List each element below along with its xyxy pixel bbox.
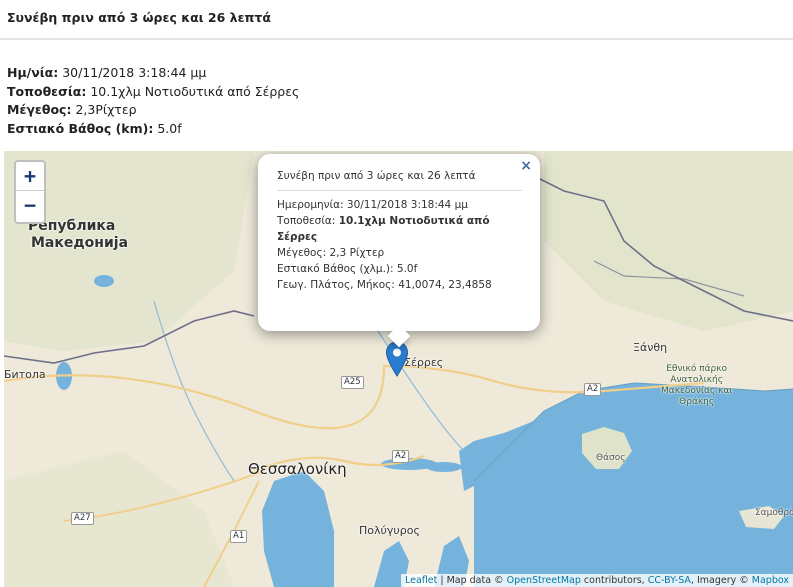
popup-date-value: 30/11/2018 3:18:44 μμ — [346, 199, 468, 211]
popup-date-row: Ημερομηνία: 30/11/2018 3:18:44 μμ — [277, 197, 522, 213]
magnitude-label: Μέγεθος: — [7, 102, 72, 117]
magnitude-row: Μέγεθος: 2,3Ρίχτερ — [7, 101, 299, 120]
label-polygyros: Πολύγυρος — [359, 524, 420, 537]
road-shield-a1: A1 — [230, 530, 248, 543]
label-bitola: Битола — [4, 368, 46, 381]
depth-row: Εστιακό Βάθος (km): 5.0f — [7, 120, 299, 139]
location-value: 10.1χλμ Νοτιοδυτικά από Σέρρες — [90, 83, 300, 99]
label-national-park: Εθνικό πάρκο Ανατολικής Μακεδονίας και Θ… — [661, 364, 732, 408]
popup-magnitude-value: 2,3 Ρίχτερ — [329, 247, 385, 259]
license-link[interactable]: CC-BY-SA — [648, 575, 691, 586]
attribution-text-2: contributors, — [580, 575, 648, 586]
earthquake-location-pin-icon[interactable] — [385, 341, 409, 377]
popup-depth-value: 5.0f — [396, 263, 418, 275]
popup-title: Συνέβη πριν από 3 ώρες και 26 λεπτά — [277, 168, 522, 191]
popup-coords-value: 41,0074, 23,4858 — [398, 279, 492, 291]
attribution-text-3: , Imagery © — [690, 575, 752, 586]
label-thessaloniki: Θεσσαλονίκη — [248, 460, 347, 478]
label-xanthi: Ξάνθη — [633, 341, 668, 354]
zoom-in-button[interactable]: + — [16, 162, 44, 191]
popup-depth-label: Εστιακό Βάθος (χλμ.): — [277, 263, 394, 275]
label-park-line3: Μακεδονίας και — [661, 386, 733, 396]
road-shield-a2-east: A2 — [584, 383, 602, 396]
label-park-line4: Θράκης — [679, 397, 715, 407]
location-row: Τοποθεσία: 10.1χλμ Νοτιοδυτικά από Σέρρε… — [7, 83, 299, 102]
event-popup: × Συνέβη πριν από 3 ώρες και 26 λεπτά Ημ… — [258, 154, 540, 348]
popup-magnitude-row: Μέγεθος: 2,3 Ρίχτερ — [277, 245, 522, 261]
depth-label: Εστιακό Βάθος (km): — [7, 120, 154, 136]
zoom-out-button[interactable]: − — [16, 191, 44, 220]
popup-coords-row: Γεωγ. Πλάτος, Μήκος: 41,0074, 23,4858 — [277, 277, 522, 293]
map-view[interactable]: Република Македонија Битола Θεσσαλονίκη … — [4, 151, 793, 587]
osm-link[interactable]: OpenStreetMap — [507, 575, 581, 586]
road-shield-a2-center: A2 — [392, 450, 410, 463]
date-label: Ημ/νία: — [7, 65, 59, 80]
label-park-line2: Ανατολικής — [670, 375, 724, 385]
label-samothraki: Σαμοθρά — [755, 508, 793, 518]
label-serres: Σέρρες — [404, 356, 444, 369]
attribution-text-1: | Map data © — [437, 575, 507, 586]
location-label: Τοποθεσία: — [7, 83, 87, 99]
leaflet-link[interactable]: Leaflet — [405, 575, 437, 586]
page-header: Συνέβη πριν από 3 ώρες και 26 λεπτά — [0, 0, 793, 40]
map-attribution: Leaflet | Map data © OpenStreetMap contr… — [400, 574, 793, 587]
label-park-line1: Εθνικό πάρκο — [666, 364, 728, 374]
popup-close-button[interactable]: × — [520, 158, 532, 174]
popup-depth-row: Εστιακό Βάθος (χλμ.): 5.0f — [277, 261, 522, 277]
road-shield-a25: A25 — [341, 376, 364, 389]
depth-value: 5.0f — [157, 120, 182, 136]
popup-location-row: Τοποθεσία: 10.1χλμ Νοτιοδυτικά από Σέρρε… — [277, 213, 522, 245]
zoom-control: + − — [14, 160, 46, 224]
date-row: Ημ/νία: 30/11/2018 3:18:44 μμ — [7, 64, 299, 83]
popup-coords-label: Γεωγ. Πλάτος, Μήκος: — [277, 279, 395, 291]
label-thasos: Θάσος — [596, 453, 626, 463]
date-value: 30/11/2018 3:18:44 μμ — [62, 65, 207, 80]
event-details: Ημ/νία: 30/11/2018 3:18:44 μμ Τοποθεσία:… — [7, 64, 299, 138]
road-shield-a27: A27 — [71, 512, 94, 525]
popup-date-label: Ημερομηνία: — [277, 199, 344, 211]
popup-magnitude-label: Μέγεθος: — [277, 247, 327, 259]
popup-location-label: Τοποθεσία: — [277, 215, 336, 227]
mapbox-link[interactable]: Mapbox — [752, 575, 789, 586]
label-macedonia-line2: Македонија — [31, 235, 129, 251]
page-title: Συνέβη πριν από 3 ώρες και 26 λεπτά — [7, 10, 271, 25]
magnitude-value: 2,3Ρίχτερ — [75, 102, 137, 117]
